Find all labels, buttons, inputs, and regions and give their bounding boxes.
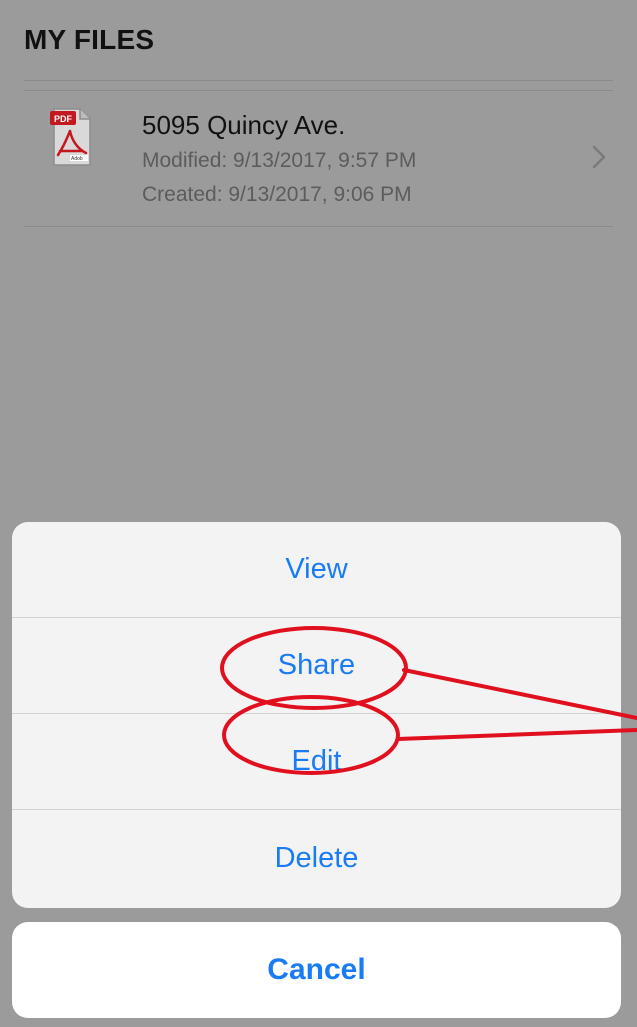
- view-button[interactable]: View: [12, 522, 621, 618]
- pdf-file-icon: PDF Adob: [50, 107, 94, 169]
- share-button[interactable]: Share: [12, 618, 621, 714]
- chevron-right-icon: [589, 143, 609, 171]
- file-list-screen: MY FILES PDF Adob 5095 Quincy Ave. Modif…: [0, 0, 637, 1027]
- file-row[interactable]: PDF Adob 5095 Quincy Ave. Modified: 9/13…: [24, 91, 613, 226]
- action-sheet: View Share Edit Delete: [12, 522, 621, 908]
- cancel-sheet: Cancel: [12, 922, 621, 1018]
- page-title: MY FILES: [24, 24, 155, 55]
- divider: [24, 226, 613, 227]
- svg-text:Adob: Adob: [71, 156, 83, 162]
- file-created-date: Created: 9/13/2017, 9:06 PM: [142, 183, 412, 206]
- cancel-button[interactable]: Cancel: [12, 922, 621, 1018]
- divider: [24, 80, 613, 81]
- file-name: 5095 Quincy Ave.: [142, 110, 346, 140]
- delete-button[interactable]: Delete: [12, 810, 621, 906]
- file-modified-date: Modified: 9/13/2017, 9:57 PM: [142, 149, 417, 172]
- svg-text:PDF: PDF: [54, 114, 73, 124]
- edit-button[interactable]: Edit: [12, 714, 621, 810]
